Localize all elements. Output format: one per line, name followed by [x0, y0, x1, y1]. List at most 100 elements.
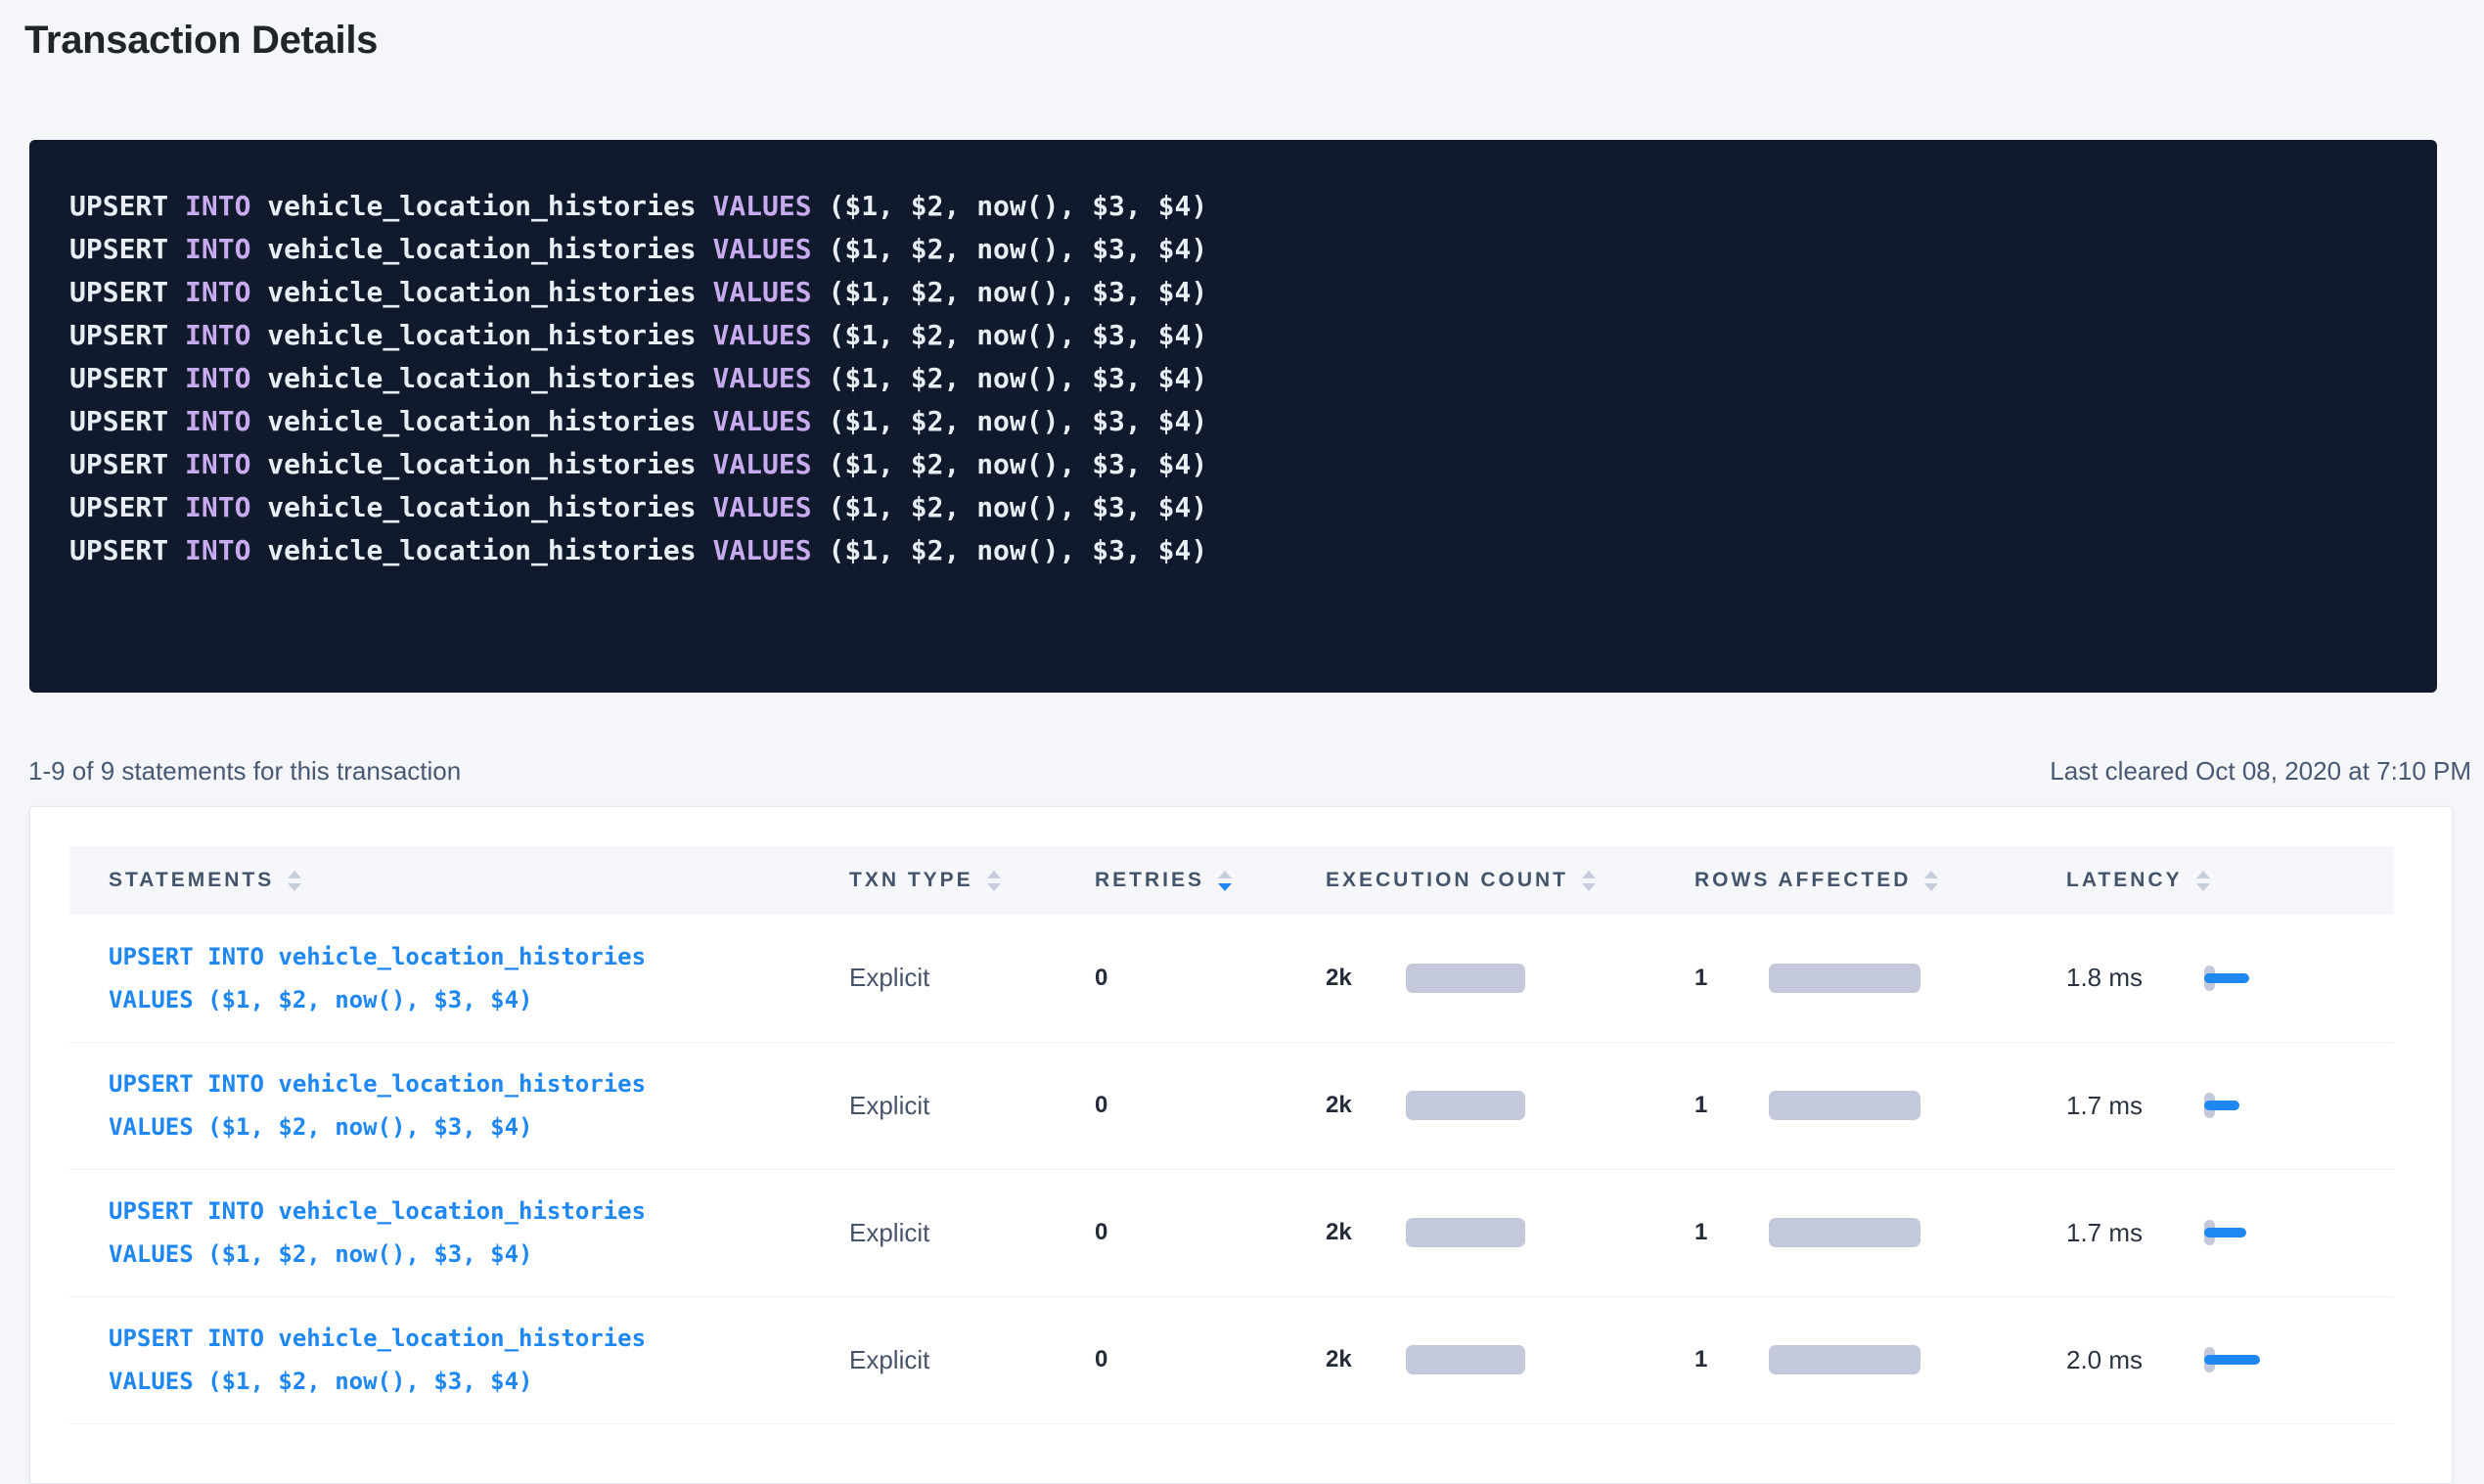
column-header-inner: RETRIES — [1095, 869, 1232, 892]
txn-type-cell: Explicit — [810, 915, 1056, 1042]
sql-text: vehicle_location_histories — [250, 405, 712, 437]
sql-keyword: VALUES — [712, 405, 811, 437]
latency-value: 1.7 ms — [2066, 1091, 2204, 1121]
sql-text: UPSERT — [69, 448, 185, 480]
sql-keyword: VALUES — [712, 534, 811, 566]
rows-affected-content: 1 — [1694, 1218, 2027, 1247]
retries-value: 0 — [1095, 1346, 1107, 1372]
execution-count-cell: 2k — [1287, 1169, 1655, 1296]
rows-affected-bar — [1769, 1218, 1920, 1247]
txn-type-value: Explicit — [849, 1091, 929, 1120]
txn-type-cell: Explicit — [810, 1296, 1056, 1423]
table-row: UPSERT INTO vehicle_location_historiesVA… — [69, 1296, 2394, 1423]
statement-line: VALUES ($1, $2, now(), $3, $4) — [109, 1233, 646, 1276]
statement-link[interactable]: UPSERT INTO vehicle_location_historiesVA… — [109, 1062, 646, 1148]
txn-type-value: Explicit — [849, 1218, 929, 1247]
sql-code-line: UPSERT INTO vehicle_location_histories V… — [69, 357, 2398, 400]
column-header-retries[interactable]: RETRIES — [1056, 846, 1287, 915]
transaction-details-page: Transaction Details UPSERT INTO vehicle_… — [0, 0, 2484, 1418]
last-cleared-text: Last cleared Oct 08, 2020 at 7:10 PM — [2050, 753, 2471, 788]
sql-code-line: UPSERT INTO vehicle_location_histories V… — [69, 443, 2398, 486]
sort-down-icon — [1218, 883, 1232, 891]
execution-count-value: 2k — [1326, 1346, 1406, 1373]
statement-link[interactable]: UPSERT INTO vehicle_location_historiesVA… — [109, 1317, 646, 1403]
sql-text: vehicle_location_histories — [250, 319, 712, 351]
statement-line: VALUES ($1, $2, now(), $3, $4) — [109, 1105, 646, 1148]
column-label: RETRIES — [1095, 869, 1204, 892]
txn-type-value: Explicit — [849, 1345, 929, 1374]
sort-arrows-icon — [288, 871, 301, 891]
statement-link[interactable]: UPSERT INTO vehicle_location_historiesVA… — [109, 1190, 646, 1276]
retries-value: 0 — [1095, 1219, 1107, 1245]
sort-down-icon — [987, 883, 1001, 891]
retries-cell: 0 — [1056, 915, 1287, 1042]
sql-text: vehicle_location_histories — [250, 190, 712, 222]
txn-type-value: Explicit — [849, 963, 929, 992]
sort-arrows-icon — [987, 871, 1001, 891]
sql-text: ($1, $2, now(), $3, $4) — [812, 534, 1208, 566]
latency-chart — [2204, 959, 2292, 998]
rows-affected-value: 1 — [1694, 1092, 1769, 1119]
statement-line: VALUES ($1, $2, now(), $3, $4) — [109, 978, 646, 1021]
statement-line: VALUES ($1, $2, now(), $3, $4) — [109, 1360, 646, 1403]
sql-text: UPSERT — [69, 362, 185, 394]
sql-code-line: UPSERT INTO vehicle_location_histories V… — [69, 400, 2398, 443]
sort-arrows-icon — [2196, 871, 2210, 891]
statement-line: UPSERT INTO vehicle_location_histories — [109, 1190, 646, 1233]
column-header-rows-affected[interactable]: ROWS AFFECTED — [1655, 846, 2027, 915]
column-header-txn-type[interactable]: TXN TYPE — [810, 846, 1056, 915]
rows-affected-cell: 1 — [1655, 915, 2027, 1042]
statement-cell: UPSERT INTO vehicle_location_historiesVA… — [69, 915, 810, 1042]
execution-count-bar — [1406, 1091, 1525, 1120]
sql-text: vehicle_location_histories — [250, 362, 712, 394]
column-header-inner: STATEMENTS — [109, 869, 301, 892]
sql-text: UPSERT — [69, 276, 185, 308]
sql-code-line: UPSERT INTO vehicle_location_histories V… — [69, 228, 2398, 271]
sql-keyword: INTO — [185, 405, 250, 437]
latency-chart — [2204, 1086, 2292, 1125]
sql-keyword: VALUES — [712, 233, 811, 265]
execution-count-content: 2k — [1326, 1218, 1655, 1247]
sort-down-icon — [2196, 883, 2210, 891]
sql-keyword: VALUES — [712, 190, 811, 222]
column-header-inner: ROWS AFFECTED — [1694, 869, 1938, 892]
rows-affected-cell: 1 — [1655, 1169, 2027, 1296]
sql-keyword: INTO — [185, 319, 250, 351]
sort-up-icon — [1218, 871, 1232, 878]
retries-cell: 0 — [1056, 1169, 1287, 1296]
column-label: STATEMENTS — [109, 869, 274, 892]
sql-keyword: INTO — [185, 233, 250, 265]
execution-count-bar — [1406, 1218, 1525, 1247]
rows-affected-value: 1 — [1694, 1219, 1769, 1246]
sql-text: vehicle_location_histories — [250, 233, 712, 265]
statement-line: UPSERT INTO vehicle_location_histories — [109, 935, 646, 978]
sort-down-icon — [1582, 883, 1596, 891]
sort-down-icon — [1924, 883, 1938, 891]
sql-text: UPSERT — [69, 491, 185, 523]
rows-affected-bar — [1769, 964, 1920, 993]
column-header-execution-count[interactable]: EXECUTION COUNT — [1287, 846, 1655, 915]
execution-count-value: 2k — [1326, 1092, 1406, 1119]
sql-text: ($1, $2, now(), $3, $4) — [812, 362, 1208, 394]
sql-keyword: INTO — [185, 534, 250, 566]
statements-table-card: STATEMENTS TXN TYPE RETRIES EXECUTION COUNT… — [29, 806, 2453, 1484]
rows-affected-content: 1 — [1694, 964, 2027, 993]
latency-content: 1.7 ms — [2066, 1213, 2394, 1252]
statement-link[interactable]: UPSERT INTO vehicle_location_historiesVA… — [109, 935, 646, 1021]
rows-affected-bar — [1769, 1091, 1920, 1120]
column-header-latency[interactable]: LATENCY — [2027, 846, 2394, 915]
retries-cell: 0 — [1056, 1042, 1287, 1169]
sql-text: ($1, $2, now(), $3, $4) — [812, 190, 1208, 222]
column-header-statements[interactable]: STATEMENTS — [69, 846, 810, 915]
txn-type-cell: Explicit — [810, 1042, 1056, 1169]
sql-keyword: VALUES — [712, 276, 811, 308]
sort-up-icon — [1924, 871, 1938, 878]
sql-keyword: INTO — [185, 448, 250, 480]
column-header-inner: EXECUTION COUNT — [1326, 869, 1596, 892]
sql-text: UPSERT — [69, 190, 185, 222]
sql-text: ($1, $2, now(), $3, $4) — [812, 233, 1208, 265]
rows-affected-cell: 1 — [1655, 1042, 2027, 1169]
sql-keyword: INTO — [185, 190, 250, 222]
sql-keyword: VALUES — [712, 491, 811, 523]
txn-type-cell: Explicit — [810, 1169, 1056, 1296]
